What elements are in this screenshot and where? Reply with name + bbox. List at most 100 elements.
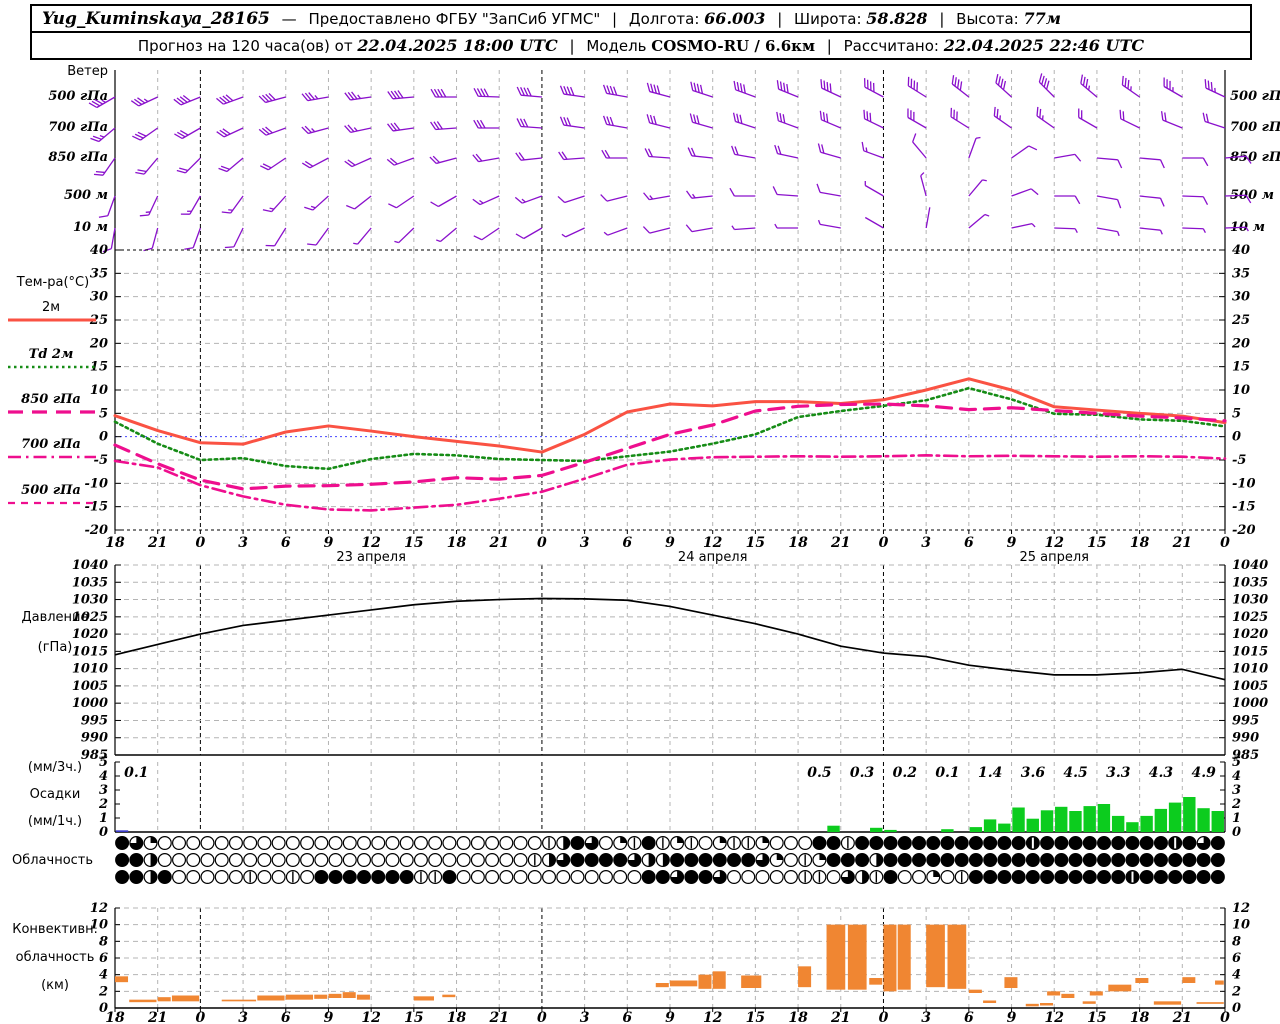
wind-barb (968, 136, 981, 159)
svg-text:0.5: 0.5 (807, 765, 831, 781)
cloud-okta-symbol (1182, 852, 1197, 867)
wind-barb (600, 194, 628, 202)
wind-barb (515, 227, 543, 240)
cloud-okta-symbol (1040, 852, 1055, 867)
precip-bar (1069, 811, 1082, 832)
wind-barb (602, 115, 628, 129)
wind-barb (774, 144, 799, 159)
wind-barb (1096, 227, 1120, 237)
precip-bar (998, 823, 1011, 832)
cloud-okta-symbol (783, 852, 798, 867)
svg-text:4.5: 4.5 (1063, 765, 1087, 781)
wind-barb (925, 207, 931, 229)
wind-barb (436, 227, 457, 243)
wind-barb (995, 74, 1012, 98)
cloud-okta-symbol (1097, 852, 1112, 867)
cloud-okta-symbol (442, 835, 457, 850)
svg-text:5: 5 (1232, 406, 1241, 421)
convective-cloud-bar (342, 992, 356, 998)
wind-barb (951, 75, 970, 98)
precip-bar (1040, 810, 1054, 832)
wind-barb (387, 122, 414, 132)
svg-text:-5: -5 (94, 453, 108, 468)
convective-cloud-bar (670, 980, 698, 987)
wind-barb (968, 213, 990, 229)
cloud-okta-symbol (399, 869, 414, 884)
cloud-okta-symbol (1125, 852, 1140, 867)
cloud-okta-symbol (385, 852, 400, 867)
cloud-okta-symbol (456, 852, 471, 867)
cloud-okta-symbol (1111, 852, 1126, 867)
svg-text:-10: -10 (1232, 476, 1256, 491)
svg-text:10: 10 (1232, 918, 1250, 933)
wind-barb (473, 119, 500, 129)
svg-text:3: 3 (580, 1010, 590, 1024)
cloud-okta-symbol (214, 852, 229, 867)
cloud-okta-symbol (1153, 835, 1168, 850)
cloud-okta-symbol (883, 869, 898, 884)
wind-barb (301, 157, 329, 169)
svg-text:2: 2 (98, 984, 108, 999)
svg-text:6: 6 (964, 535, 974, 551)
cloud-okta-symbol (342, 835, 357, 850)
svg-text:25: 25 (1231, 313, 1250, 328)
cloud-okta-symbol (1097, 869, 1112, 884)
wind-barb (731, 145, 756, 159)
cloud-okta-symbol (399, 835, 414, 850)
convective-cloud-bar (712, 971, 726, 989)
svg-text:0: 0 (99, 825, 108, 840)
cloud-okta-symbol (371, 852, 386, 867)
wind-barb (1011, 188, 1039, 197)
cloud-okta-symbol (200, 835, 215, 850)
cloud-okta-symbol (1054, 835, 1069, 850)
cloud-okta-symbol (954, 852, 969, 867)
precip-bar (1140, 815, 1153, 832)
convective-cloud-bar (1215, 980, 1224, 985)
wind-barb (1224, 194, 1252, 204)
convective-cloud-bar (1108, 984, 1132, 992)
wind-barb (1139, 227, 1163, 235)
cloud-okta-symbol (328, 869, 343, 884)
convective-cloud-bar (442, 994, 456, 998)
precip-bar (1055, 806, 1068, 832)
cloud-okta-symbol (357, 852, 372, 867)
svg-text:12: 12 (1044, 1010, 1064, 1024)
wind-barb (687, 147, 713, 159)
convective-cloud-bar (1004, 977, 1018, 988)
cloud-okta-symbol (456, 869, 471, 884)
wind-barb (559, 116, 585, 129)
cloud-okta-symbol (243, 835, 258, 850)
wind-barb (968, 179, 987, 197)
wind-barb (685, 224, 713, 233)
cloud-okta-symbol (598, 835, 613, 850)
cloud-okta-symbol (385, 835, 400, 850)
cloud-okta-symbol (684, 852, 699, 867)
cloud-okta-symbol (513, 869, 528, 884)
precip-bar (1097, 804, 1111, 832)
wind-barb (1182, 227, 1206, 234)
wind-barb (301, 125, 329, 135)
svg-text:6: 6 (622, 535, 632, 551)
svg-text:0: 0 (196, 1010, 206, 1024)
wind-barb (776, 111, 799, 129)
wind-barb (863, 109, 884, 129)
cloud-okta-symbol (470, 835, 485, 850)
svg-text:21: 21 (830, 1010, 850, 1024)
cloud-okta-symbol (1040, 869, 1055, 884)
svg-text:12: 12 (361, 535, 381, 551)
precip-bar (969, 827, 983, 832)
svg-text:30: 30 (90, 290, 108, 305)
svg-text:9: 9 (1007, 535, 1017, 551)
convective-cloud-bar (221, 999, 257, 1002)
convective-cloud-bar (869, 978, 883, 985)
cloud-okta-symbol (684, 869, 699, 884)
svg-text:6: 6 (281, 535, 291, 551)
svg-text:9: 9 (1007, 1010, 1017, 1024)
svg-text:2: 2 (98, 797, 108, 812)
wind-barb (907, 108, 927, 129)
wind-barb (515, 152, 542, 161)
cloud-okta-symbol (954, 835, 969, 850)
wind-barb (1182, 157, 1209, 167)
wind-barb (864, 180, 884, 197)
svg-text:0: 0 (196, 535, 206, 551)
